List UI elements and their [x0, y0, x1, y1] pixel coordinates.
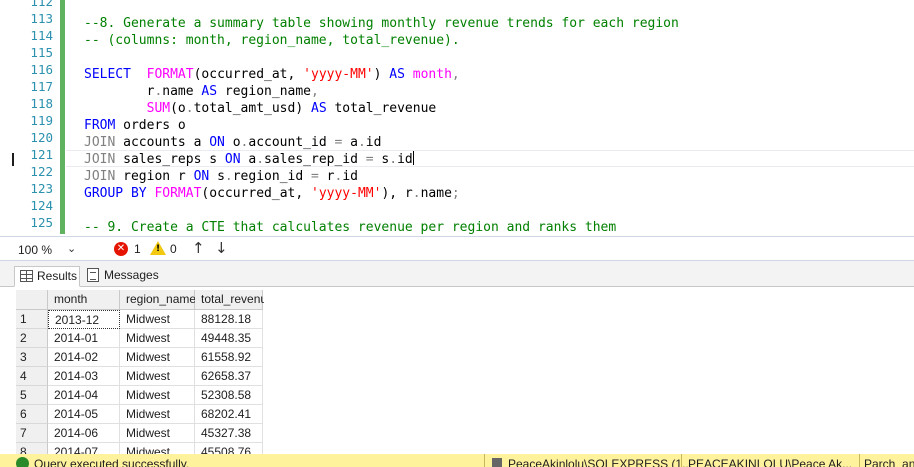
line-number-gutter: 112 113 114 115 116 117 118 119 120 121 …: [0, 0, 56, 234]
messages-icon: [87, 268, 99, 282]
sql-editor[interactable]: 112 113 114 115 116 117 118 119 120 121 …: [0, 0, 914, 234]
code-line-comment: -- (columns: month, region_name, total_r…: [84, 33, 460, 48]
table-cell[interactable]: 2014-06: [48, 424, 120, 443]
status-message: Query executed successfully.: [34, 457, 190, 467]
code-line-comment: -- 9. Create a CTE that calculates reven…: [84, 220, 617, 234]
table-cell[interactable]: 2014-04: [48, 386, 120, 405]
editor-status-strip: 100 % ⌄ ✕ 1 ! 0 ↑ ↓: [0, 236, 914, 260]
tab-results-label: Results: [37, 269, 78, 283]
row-header[interactable]: 4: [16, 367, 48, 386]
arrow-down-icon[interactable]: ↓: [215, 239, 228, 257]
line-number: 118: [30, 96, 53, 111]
results-grid[interactable]: month region_name total_revenue 1 2013-1…: [16, 290, 264, 455]
line-number: 116: [30, 62, 53, 77]
table-cell[interactable]: 61558.92: [195, 348, 263, 367]
status-separator: [681, 454, 682, 467]
table-cell[interactable]: Midwest: [120, 386, 195, 405]
user-name: PEACEAKINLOLU\Peace Ak...: [688, 457, 853, 467]
chevron-down-icon: ⌄: [67, 242, 77, 255]
results-panel: Results Messages month region_name total…: [0, 260, 914, 455]
line-number: 119: [30, 113, 53, 128]
warning-count: 0: [170, 242, 177, 256]
code-line-join-accounts: JOIN accounts a ON o.account_id = a.id: [84, 135, 382, 150]
line-number: 112: [30, 0, 53, 9]
arrow-up-icon[interactable]: ↑: [192, 239, 205, 257]
warning-icon-mark: !: [156, 244, 161, 254]
code-line-comment: --8. Generate a summary table showing mo…: [84, 16, 679, 31]
code-line-join-sales-reps: JOIN sales_reps s ON a.sales_rep_id = s.…: [66, 150, 914, 167]
table-cell[interactable]: 62658.37: [195, 367, 263, 386]
line-number: 120: [30, 130, 53, 145]
column-header[interactable]: total_revenue: [195, 290, 264, 310]
grid-corner[interactable]: [16, 290, 48, 310]
line-number: 123: [30, 181, 53, 196]
status-separator: [859, 454, 860, 467]
tab-messages[interactable]: Messages: [82, 266, 162, 287]
grid-icon: [20, 270, 33, 282]
table-cell[interactable]: 49448.35: [195, 329, 263, 348]
code-line-join-region: JOIN region r ON s.region_id = r.id: [84, 169, 358, 184]
error-icon[interactable]: ✕: [114, 242, 128, 256]
line-number: 124: [30, 198, 53, 213]
success-check-icon: [16, 457, 29, 467]
line-number: 122: [30, 164, 53, 179]
table-cell[interactable]: 45327.38: [195, 424, 263, 443]
table-cell[interactable]: 2013-12: [48, 310, 120, 329]
server-name: PeaceAkinlolu\SQLEXPRESS (1...: [508, 457, 693, 467]
code-line-sum: SUM(o.total_amt_usd) AS total_revenue: [146, 101, 437, 116]
row-header[interactable]: 7: [16, 424, 48, 443]
tab-messages-label: Messages: [104, 268, 159, 282]
row-header[interactable]: 5: [16, 386, 48, 405]
line-number: 125: [30, 215, 53, 230]
line-number: 117: [30, 79, 53, 94]
row-header[interactable]: 2: [16, 329, 48, 348]
table-cell[interactable]: Midwest: [120, 424, 195, 443]
tab-results[interactable]: Results: [14, 266, 80, 287]
table-cell[interactable]: 2014-01: [48, 329, 120, 348]
table-cell[interactable]: 88128.18: [195, 310, 263, 329]
table-cell[interactable]: 68202.41: [195, 405, 263, 424]
database-name: Parch_and...: [864, 457, 914, 467]
zoom-dropdown[interactable]: 100 % ⌄: [16, 240, 82, 258]
error-count: 1: [134, 242, 141, 256]
row-header[interactable]: 3: [16, 348, 48, 367]
status-separator: [484, 454, 485, 467]
table-cell[interactable]: 2014-02: [48, 348, 120, 367]
server-icon: [492, 458, 502, 467]
zoom-value: 100 %: [18, 243, 53, 257]
results-tab-strip: Results Messages: [0, 261, 914, 287]
code-line-from: FROM orders o: [84, 118, 186, 133]
table-cell[interactable]: Midwest: [120, 310, 195, 329]
current-line-marker: [12, 153, 14, 166]
row-header[interactable]: 1: [16, 310, 48, 329]
table-cell[interactable]: 2014-05: [48, 405, 120, 424]
column-header[interactable]: region_name: [120, 290, 196, 310]
line-number: 113: [30, 11, 53, 26]
line-number: 115: [30, 45, 53, 60]
code-line-group-by: GROUP BY FORMAT(occurred_at, 'yyyy-MM'),…: [84, 186, 460, 201]
table-cell[interactable]: Midwest: [120, 367, 195, 386]
change-tracking-bar: [60, 0, 65, 234]
table-cell[interactable]: Midwest: [120, 405, 195, 424]
table-cell[interactable]: 2014-03: [48, 367, 120, 386]
line-number: 121: [30, 147, 53, 162]
code-line-select: SELECT FORMAT(occurred_at, 'yyyy-MM') AS…: [84, 67, 460, 82]
table-cell[interactable]: 52308.58: [195, 386, 263, 405]
line-number: 114: [30, 28, 53, 43]
text-caret: [412, 151, 414, 165]
column-header[interactable]: month: [48, 290, 120, 310]
table-cell[interactable]: Midwest: [120, 329, 195, 348]
query-status-bar: Query executed successfully. PeaceAkinlo…: [0, 454, 914, 467]
code-line-region-name: r.name AS region_name,: [146, 84, 319, 99]
table-cell[interactable]: Midwest: [120, 348, 195, 367]
row-header[interactable]: 6: [16, 405, 48, 424]
